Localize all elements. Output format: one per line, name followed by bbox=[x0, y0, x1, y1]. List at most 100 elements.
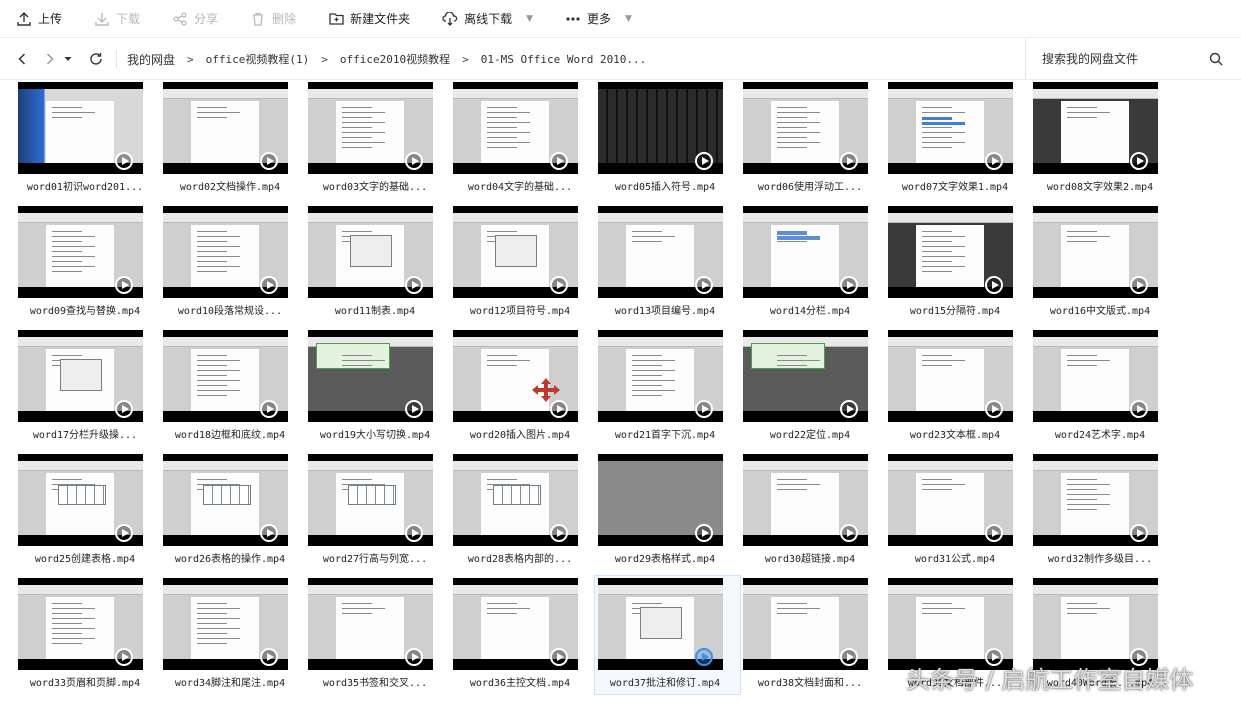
file-item[interactable]: word26表格的操作.mp4 bbox=[160, 452, 305, 570]
play-icon[interactable] bbox=[1130, 400, 1148, 418]
play-icon[interactable] bbox=[550, 152, 568, 170]
text-line bbox=[922, 241, 952, 242]
file-item[interactable]: word37批注和修订.mp4 bbox=[594, 575, 741, 695]
video-thumbnail bbox=[163, 82, 288, 174]
play-icon[interactable] bbox=[550, 276, 568, 294]
share-button[interactable]: 分享 bbox=[172, 0, 218, 38]
file-item[interactable]: word01初识word201... bbox=[15, 80, 160, 198]
play-icon[interactable] bbox=[405, 152, 423, 170]
file-item[interactable]: word11制表.mp4 bbox=[305, 204, 450, 322]
file-item[interactable]: word08文字效果2.mp4 bbox=[1030, 80, 1175, 198]
play-icon[interactable] bbox=[260, 152, 278, 170]
caret-down-icon[interactable]: ▼ bbox=[526, 14, 533, 24]
file-item[interactable]: word18边框和底纹.mp4 bbox=[160, 328, 305, 446]
file-item[interactable]: word13项目编号.mp4 bbox=[595, 204, 740, 322]
breadcrumb-item-root[interactable]: 我的网盘 bbox=[127, 51, 175, 68]
file-item[interactable]: word27行高与列宽... bbox=[305, 452, 450, 570]
play-icon[interactable] bbox=[405, 648, 423, 666]
play-icon[interactable] bbox=[840, 648, 858, 666]
play-icon[interactable] bbox=[985, 524, 1003, 542]
new-folder-button[interactable]: 新建文件夹 bbox=[328, 0, 410, 38]
offline-download-button[interactable]: 离线下载 ▼ bbox=[442, 0, 533, 38]
file-item[interactable]: word20插入图片.mp4 bbox=[450, 328, 595, 446]
file-item[interactable]: word14分栏.mp4 bbox=[740, 204, 885, 322]
file-item[interactable]: word16中文版式.mp4 bbox=[1030, 204, 1175, 322]
play-icon[interactable] bbox=[695, 400, 713, 418]
file-item[interactable]: word09查找与替换.mp4 bbox=[15, 204, 160, 322]
play-icon[interactable] bbox=[550, 648, 568, 666]
download-button[interactable]: 下载 bbox=[94, 0, 140, 38]
file-item[interactable]: word04文字的基础... bbox=[450, 80, 595, 198]
play-icon[interactable] bbox=[115, 152, 133, 170]
file-item[interactable]: word05插入符号.mp4 bbox=[595, 80, 740, 198]
file-item[interactable]: word10段落常规设... bbox=[160, 204, 305, 322]
refresh-icon[interactable] bbox=[88, 51, 104, 67]
delete-button[interactable]: 删除 bbox=[250, 0, 296, 38]
chevron-right-icon[interactable] bbox=[42, 51, 58, 67]
play-icon[interactable] bbox=[840, 276, 858, 294]
play-icon[interactable] bbox=[1130, 276, 1148, 294]
file-item[interactable]: word30超链接.mp4 bbox=[740, 452, 885, 570]
breadcrumb-item-office-tutorials[interactable]: office视频教程(1) bbox=[206, 51, 310, 67]
file-item[interactable]: word07文字效果1.mp4 bbox=[885, 80, 1030, 198]
file-item[interactable]: word38文档封面和... bbox=[740, 576, 885, 694]
play-icon[interactable] bbox=[985, 152, 1003, 170]
file-item[interactable]: word33页眉和页脚.mp4 bbox=[15, 576, 160, 694]
play-icon[interactable] bbox=[115, 276, 133, 294]
file-item[interactable]: word29表格样式.mp4 bbox=[595, 452, 740, 570]
file-item[interactable]: word24艺术字.mp4 bbox=[1030, 328, 1175, 446]
play-icon[interactable] bbox=[840, 400, 858, 418]
play-icon[interactable] bbox=[550, 400, 568, 418]
play-icon[interactable] bbox=[115, 400, 133, 418]
text-line bbox=[342, 147, 372, 148]
file-item[interactable]: word23文本框.mp4 bbox=[885, 328, 1030, 446]
file-item[interactable]: word34脚注和尾注.mp4 bbox=[160, 576, 305, 694]
upload-button[interactable]: 上传 bbox=[16, 0, 62, 38]
play-icon[interactable] bbox=[840, 152, 858, 170]
breadcrumb-item-current[interactable]: 01-MS Office Word 2010... bbox=[481, 53, 647, 66]
play-icon[interactable] bbox=[695, 276, 713, 294]
file-item[interactable]: word06使用浮动工... bbox=[740, 80, 885, 198]
play-icon[interactable] bbox=[260, 524, 278, 542]
play-icon[interactable] bbox=[695, 524, 713, 542]
file-item[interactable]: word17分栏升级操... bbox=[15, 328, 160, 446]
search-icon[interactable] bbox=[1209, 51, 1223, 70]
caret-down-icon[interactable]: ▼ bbox=[625, 14, 632, 24]
breadcrumb-item-office2010[interactable]: office2010视频教程 bbox=[340, 51, 450, 67]
chevron-left-icon[interactable] bbox=[14, 51, 30, 67]
play-icon[interactable] bbox=[1130, 524, 1148, 542]
play-icon[interactable] bbox=[550, 524, 568, 542]
play-icon[interactable] bbox=[260, 276, 278, 294]
play-icon[interactable] bbox=[1130, 152, 1148, 170]
play-icon[interactable] bbox=[985, 400, 1003, 418]
play-icon[interactable] bbox=[695, 152, 713, 170]
file-item[interactable]: word31公式.mp4 bbox=[885, 452, 1030, 570]
more-button[interactable]: 更多 ▼ bbox=[565, 0, 632, 38]
play-icon[interactable] bbox=[115, 524, 133, 542]
file-item[interactable]: word19大小写切换.mp4 bbox=[305, 328, 450, 446]
play-icon[interactable] bbox=[260, 400, 278, 418]
play-icon[interactable] bbox=[405, 524, 423, 542]
search-input[interactable] bbox=[1040, 51, 1204, 67]
file-item[interactable]: word22定位.mp4 bbox=[740, 328, 885, 446]
play-icon[interactable] bbox=[405, 400, 423, 418]
file-item[interactable]: word02文档操作.mp4 bbox=[160, 80, 305, 198]
file-item[interactable]: word15分隔符.mp4 bbox=[885, 204, 1030, 322]
play-icon[interactable] bbox=[115, 648, 133, 666]
file-item[interactable]: word28表格内部的... bbox=[450, 452, 595, 570]
play-icon[interactable] bbox=[985, 276, 1003, 294]
file-item[interactable]: word21首字下沉.mp4 bbox=[595, 328, 740, 446]
caret-down-icon[interactable] bbox=[60, 51, 76, 67]
play-icon[interactable] bbox=[405, 276, 423, 294]
play-icon[interactable] bbox=[695, 648, 713, 666]
file-name: word02文档操作.mp4 bbox=[179, 182, 281, 193]
file-item[interactable]: word35书签和交叉... bbox=[305, 576, 450, 694]
play-icon[interactable] bbox=[260, 648, 278, 666]
play-icon[interactable] bbox=[840, 524, 858, 542]
file-item[interactable]: word36主控文档.mp4 bbox=[450, 576, 595, 694]
file-item[interactable]: word25创建表格.mp4 bbox=[15, 452, 160, 570]
file-item[interactable]: word32制作多级目... bbox=[1030, 452, 1175, 570]
text-line bbox=[342, 137, 372, 138]
file-item[interactable]: word03文字的基础... bbox=[305, 80, 450, 198]
file-item[interactable]: word12项目符号.mp4 bbox=[450, 204, 595, 322]
